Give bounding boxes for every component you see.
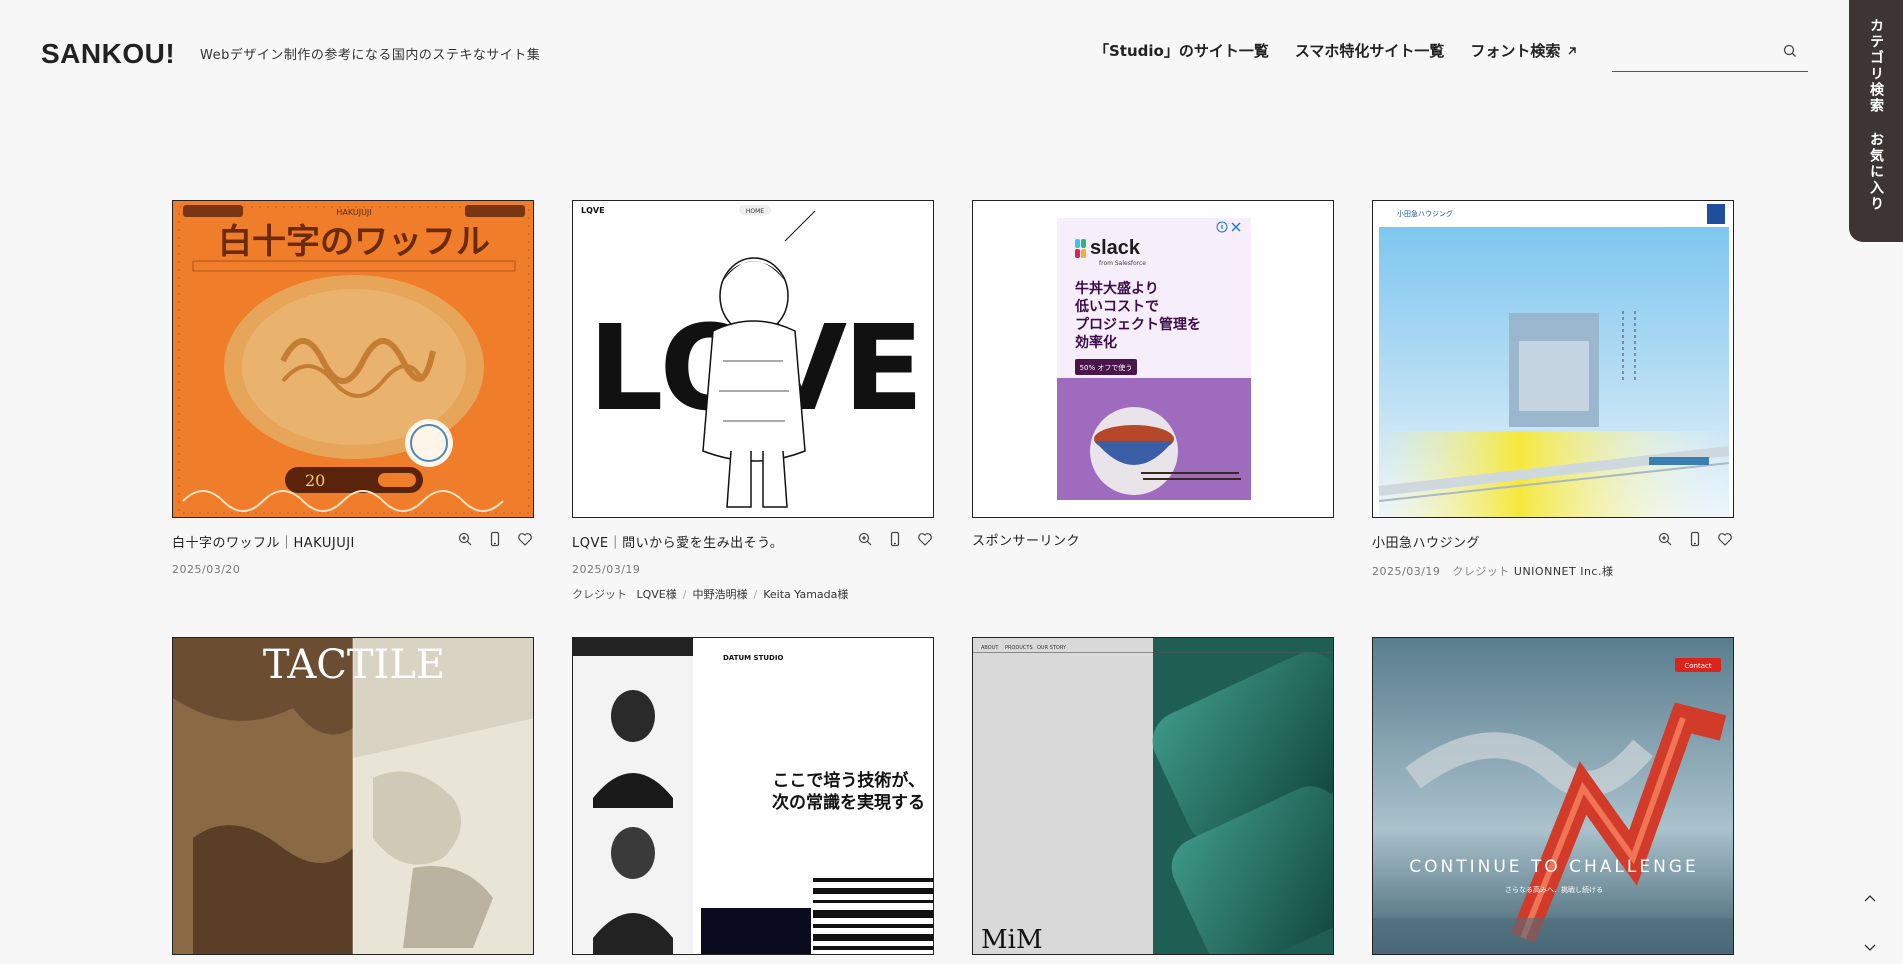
search-icon[interactable] <box>1782 43 1798 59</box>
side-tab: カテゴリ検索 お気に入り <box>1849 0 1903 242</box>
thumb-headline: 白十字のワッフル <box>218 222 490 262</box>
scroll-down-button[interactable] <box>1860 938 1880 958</box>
site-date: 2025/03/20 <box>172 563 241 576</box>
site-credit: クレジット LQVE様 / 中野浩明様 / Keita Yamada様 <box>572 588 849 601</box>
mobile-icon[interactable] <box>486 530 504 548</box>
ad-button: 50% オフで使う <box>1080 363 1133 372</box>
site-date: 2025/03/19 <box>572 563 641 576</box>
site-card: TACTILE <box>172 637 534 955</box>
thumb-logo: LQVE <box>581 206 605 215</box>
sponsor-label: スポンサーリンク <box>972 534 1081 549</box>
chevron-up-icon <box>1864 895 1876 902</box>
favorites-tab[interactable]: お気に入り <box>1866 132 1886 212</box>
scroll-up-button[interactable] <box>1860 888 1880 908</box>
nav-font-search[interactable]: フォント検索 <box>1470 40 1578 61</box>
ad-copy-line: プロジェクト管理を <box>1075 316 1201 333</box>
site-thumbnail[interactable]: Contact CONTINUE TO CHALLENGE さらなる高みへ、挑戦… <box>1372 637 1734 955</box>
site-card: LQVE HOME LQVE LQVE｜問いから愛を生み出そう。 2025/03… <box>572 200 934 602</box>
thumb-price: 20 <box>305 471 325 490</box>
site-date-credit: 2025/03/19 クレジット UNIONNET Inc.様 <box>1372 563 1734 579</box>
thumb-subtitle: さらなる高みへ、挑戦し続ける <box>1505 885 1603 894</box>
zoom-icon[interactable] <box>1656 530 1674 548</box>
thumb-headline-2: 次の常識を実現する <box>772 792 925 813</box>
chevron-down-icon <box>1864 944 1876 951</box>
site-thumbnail[interactable]: DATUM STUDIO ここで培う技術が、 次の常識を実現する <box>572 637 934 955</box>
heart-icon[interactable] <box>916 530 934 548</box>
search-box <box>1612 34 1808 72</box>
ad-thumbnail[interactable]: slack from Salesforce 牛丼大盛より 低いコストで プロジェ… <box>972 200 1334 518</box>
site-thumbnail[interactable]: ABOUT PRODUCTS OUR STORY MiM <box>972 637 1334 955</box>
nav-studio-sites[interactable]: 「Studio」のサイト一覧 <box>1094 40 1269 61</box>
card-actions <box>456 530 534 548</box>
credit-link[interactable]: Keita Yamada様 <box>763 588 848 601</box>
main-nav: 「Studio」のサイト一覧 スマホ特化サイト一覧 フォント検索 <box>1094 40 1578 61</box>
credit-label: クレジット <box>1452 565 1510 578</box>
credit-link[interactable]: UNIONNET Inc.様 <box>1514 565 1614 578</box>
site-card: DATUM STUDIO ここで培う技術が、 次の常識を実現する <box>572 637 934 955</box>
thumb-headline: TACTILE <box>263 642 445 688</box>
credit-link[interactable]: 中野浩明様 <box>692 588 747 601</box>
site-date: 2025/03/19 <box>1372 565 1441 578</box>
ad-from: from Salesforce <box>1099 260 1146 267</box>
site-card: Contact CONTINUE TO CHALLENGE さらなる高みへ、挑戦… <box>1372 637 1734 955</box>
ad-copy-line: 効率化 <box>1075 334 1117 351</box>
thumb-nav-item: ABOUT <box>981 645 999 651</box>
search-input[interactable] <box>1612 34 1772 70</box>
nav-font-search-label: フォント検索 <box>1470 42 1561 60</box>
thumb-brand: HAKUJUJI <box>336 208 371 217</box>
thumb-headline-1: ここで培う技術が、 <box>772 770 925 791</box>
thumb-button: Contact <box>1684 662 1711 670</box>
site-thumbnail[interactable]: HAKUJUJI 白十字のワッフル 20 <box>172 200 534 518</box>
credit-link[interactable]: LQVE様 <box>637 588 677 601</box>
category-search-tab[interactable]: カテゴリ検索 <box>1866 18 1886 114</box>
credit-label: クレジット <box>572 588 627 601</box>
zoom-icon[interactable] <box>856 530 874 548</box>
site-logo[interactable]: SANKOU! <box>41 38 175 70</box>
sponsor-card: slack from Salesforce 牛丼大盛より 低いコストで プロジェ… <box>972 200 1334 549</box>
site-card: 小田急ハウジング 小田急ハウジング 2025/03/19 クレジット UNION… <box>1372 200 1734 579</box>
card-actions <box>856 530 934 548</box>
thumb-nav-item: PRODUCTS <box>1005 645 1033 651</box>
thumb-headline: CONTINUE TO CHALLENGE <box>1409 857 1698 877</box>
site-card: HAKUJUJI 白十字のワッフル 20 白十字のワッフル｜HAKUJUJI 2… <box>172 200 534 576</box>
site-thumbnail[interactable]: TACTILE <box>172 637 534 955</box>
thumb-nav: HOME <box>746 208 764 215</box>
thumb-headline: MiM <box>981 925 1043 955</box>
stripe-block <box>813 874 933 954</box>
site-thumbnail[interactable]: LQVE HOME LQVE <box>572 200 934 518</box>
zoom-icon[interactable] <box>456 530 474 548</box>
site-card: ABOUT PRODUCTS OUR STORY MiM <box>972 637 1334 955</box>
card-actions <box>1656 530 1734 548</box>
ad-brand: slack <box>1090 237 1141 259</box>
external-arrow-icon <box>1568 46 1577 54</box>
site-header: SANKOU! Webデザイン制作の参考になる国内のステキなサイト集 「Stud… <box>0 0 1903 100</box>
nav-mobile-sites[interactable]: スマホ特化サイト一覧 <box>1295 40 1445 61</box>
heart-icon[interactable] <box>1716 530 1734 548</box>
site-thumbnail[interactable]: 小田急ハウジング <box>1372 200 1734 518</box>
mobile-icon[interactable] <box>886 530 904 548</box>
mobile-icon[interactable] <box>1686 530 1704 548</box>
ad-copy-line: 牛丼大盛より <box>1075 280 1159 297</box>
heart-icon[interactable] <box>516 530 534 548</box>
thumb-logo: DATUM STUDIO <box>723 654 783 662</box>
thumb-nav-item: OUR STORY <box>1037 645 1067 651</box>
thumb-logo: 小田急ハウジング <box>1397 209 1453 218</box>
ad-copy-line: 低いコストで <box>1074 298 1159 315</box>
site-tagline: Webデザイン制作の参考になる国内のステキなサイト集 <box>200 48 541 63</box>
